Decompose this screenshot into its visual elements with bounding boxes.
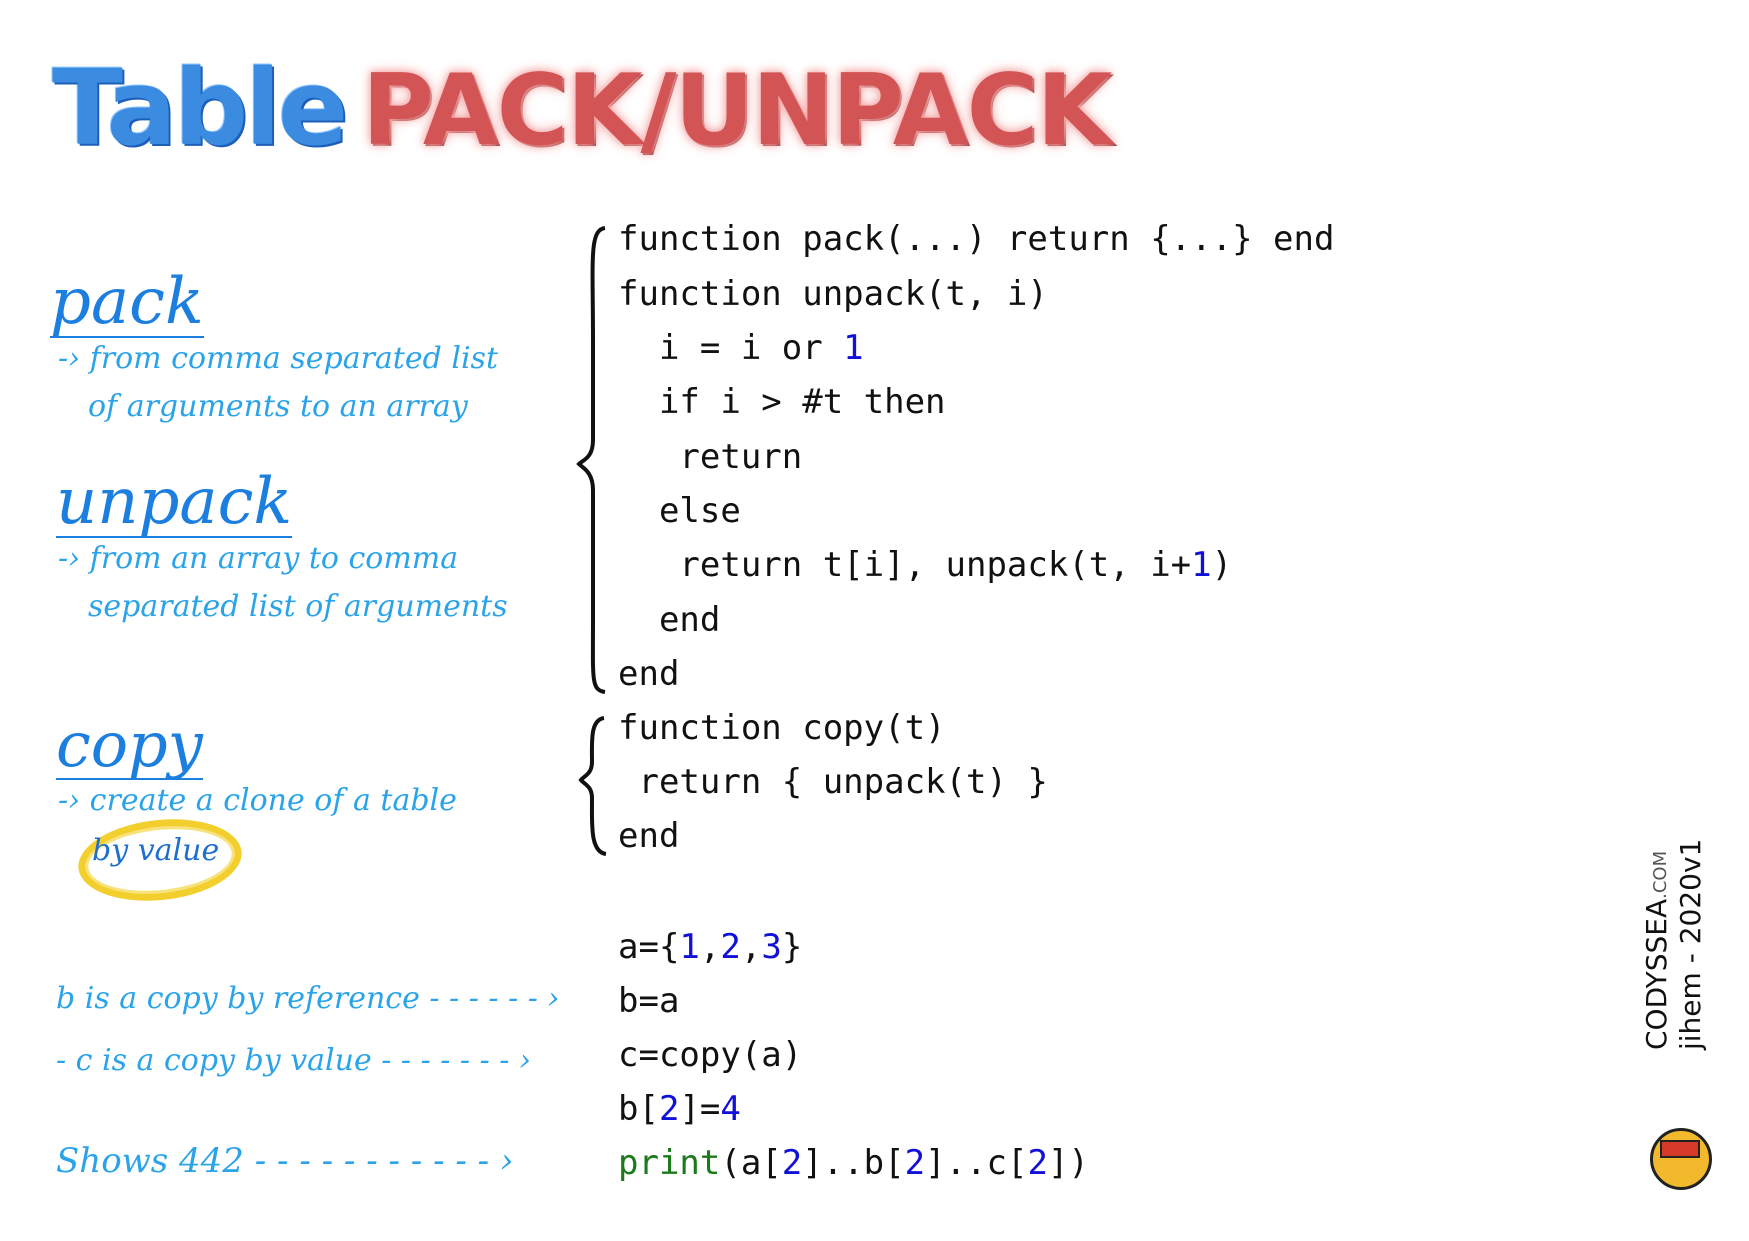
code-text: b[ <box>618 1089 659 1129</box>
code-line-end-outer: end <box>618 654 680 694</box>
code-line-else: else <box>618 491 741 531</box>
code-line-return-recursive: return t[i], unpack(t, i+1) <box>618 548 1232 582</box>
copy-note-line2: by value <box>92 833 220 868</box>
code-keyword: print <box>618 1143 721 1183</box>
code-number: 1 <box>1191 545 1212 585</box>
code-line-a: a={1,2,3} <box>618 930 802 964</box>
code-number: 2 <box>720 927 741 967</box>
logo-brand: CODYSSEA <box>1640 898 1673 1050</box>
annotation-b-reference: b is a copy by reference - - - - - - › <box>56 981 560 1016</box>
code-line-pack: function pack(...) return {...} end <box>618 219 1335 259</box>
code-text: , <box>699 927 721 967</box>
code-number: 1 <box>679 927 700 967</box>
annotation-c-value: - c is a copy by value - - - - - - - › <box>56 1043 531 1078</box>
code-line-i-or: i = i or 1 <box>618 331 864 365</box>
code-line-end-inner: end <box>618 600 721 640</box>
code-number: 2 <box>904 1143 926 1183</box>
code-number: 4 <box>720 1089 741 1129</box>
code-line-if: if i > #t then <box>618 382 946 422</box>
code-line-c: c=copy(a) <box>618 1035 803 1075</box>
unpack-heading: unpack <box>56 465 293 539</box>
code-line-print: print(a[2]..b[2]..c[2]) <box>618 1146 1089 1180</box>
title-table: Table <box>52 47 348 169</box>
code-line-copy-return: return { unpack(t) } <box>618 762 1048 802</box>
unpack-note-line1: -› from an array to comma <box>58 541 459 576</box>
code-number: 2 <box>781 1143 803 1183</box>
code-number: 1 <box>843 328 864 368</box>
code-text: ]= <box>679 1089 721 1129</box>
brace-copy <box>578 716 607 856</box>
logo-author: jihem - 2020v1 <box>1673 838 1707 1050</box>
code-paren: ) <box>1211 545 1233 585</box>
code-line-copy-def: function copy(t) <box>618 708 946 748</box>
pack-heading: pack <box>50 265 204 339</box>
code-text: } <box>781 927 803 967</box>
code-text: a={ <box>618 927 680 967</box>
logo-domain: .COM <box>1650 850 1671 899</box>
code-number: 2 <box>1027 1143 1048 1183</box>
code-text: (a[ <box>720 1143 782 1183</box>
title-pack-unpack: PACK/UNPACK <box>362 54 1112 168</box>
logo-badge-icon <box>1650 1128 1712 1190</box>
logo-text: CODYSSEA.COM jihem - 2020v1 <box>1640 839 1707 1050</box>
code-line-b: b=a <box>618 981 680 1021</box>
copy-heading: copy <box>56 708 203 781</box>
code-number: 3 <box>761 927 782 967</box>
copy-note-line1: -› create a clone of a table <box>58 783 457 818</box>
code-line-return: return <box>618 437 803 477</box>
code-text: , <box>740 927 762 967</box>
logo-badge-inner-icon <box>1660 1140 1700 1158</box>
code-line-copy-end: end <box>618 816 680 856</box>
code-line-unpack-def: function unpack(t, i) <box>618 274 1048 314</box>
annotation-shows: Shows 442 - - - - - - - - - - - › <box>56 1141 514 1181</box>
code-line-b-assign: b[2]=4 <box>618 1092 741 1126</box>
pack-note-line1: -› from comma separated list <box>58 341 498 376</box>
code-text: ]..c[ <box>925 1143 1028 1183</box>
code-text: ]..b[ <box>802 1143 905 1183</box>
pack-note-line2: of arguments to an array <box>88 389 468 424</box>
code-text: return t[i], unpack(t, i+ <box>618 545 1192 585</box>
code-text: ]) <box>1047 1143 1089 1183</box>
unpack-note-line2: separated list of arguments <box>88 589 508 624</box>
code-number: 2 <box>658 1089 680 1129</box>
code-text: i = i or <box>618 328 844 368</box>
